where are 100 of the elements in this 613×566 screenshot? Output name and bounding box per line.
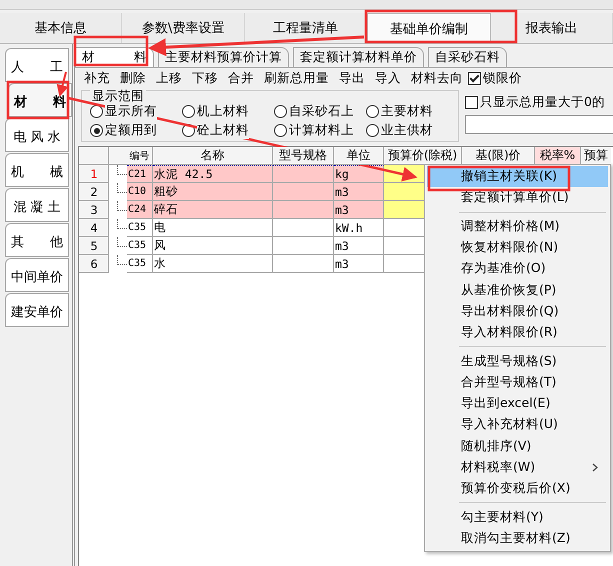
menu-item[interactable]: 从基准价恢复(P)	[427, 279, 608, 301]
row-number: 1	[79, 165, 109, 183]
toolbar-button[interactable]: 补充	[79, 69, 115, 87]
input-field[interactable]	[465, 115, 613, 134]
table-cell: C35	[127, 255, 153, 273]
table-cell: m3	[334, 255, 384, 273]
main-tab[interactable]: 基本信息	[0, 13, 122, 43]
table-cell	[273, 219, 334, 237]
menu-item[interactable]: 材料税率(W)	[427, 456, 608, 478]
radio-label: 机上材料	[197, 103, 249, 120]
radio-button[interactable]	[90, 105, 103, 118]
column-header[interactable]: 预算价(除税)	[384, 147, 462, 165]
table-cell	[273, 237, 334, 255]
radio-label: 显示所有	[105, 103, 157, 120]
menu-item[interactable]: 合并型号规格(T)	[427, 372, 608, 393]
radio-button[interactable]	[366, 105, 379, 118]
table-cell	[273, 183, 334, 201]
sub-tab[interactable]: 套定额计算材料单价	[293, 47, 424, 67]
side-tab[interactable]: 建安单价	[5, 293, 69, 327]
table-cell	[273, 255, 334, 273]
table-cell: C21	[127, 165, 153, 183]
column-header[interactable]: 单位	[334, 147, 384, 165]
menu-item[interactable]: 导出材料限价(Q)	[427, 300, 608, 322]
column-header[interactable]: 预算	[581, 147, 611, 165]
radio-label: 业主供材	[381, 122, 433, 139]
table-cell	[273, 201, 334, 219]
side-tab[interactable]: 中间单价	[5, 258, 69, 292]
highlight-frame	[6, 80, 70, 120]
table-cell: 水泥 42.5	[153, 165, 273, 183]
lock-limit-checkbox[interactable]	[468, 72, 481, 84]
toolbar-button[interactable]: 下移	[187, 69, 223, 87]
table-cell: kg	[334, 165, 384, 183]
column-header[interactable]: 名称	[153, 147, 273, 165]
radio-label: 主要材料	[381, 103, 433, 120]
checkbox-label: 锁限价	[483, 70, 522, 86]
radio-label: 自采砂石上	[289, 103, 354, 120]
table-cell: 风	[153, 237, 273, 255]
side-tab[interactable]: 电 风 水	[5, 118, 69, 152]
tree-line	[117, 219, 127, 229]
radio-label: 砼上材料	[197, 122, 249, 139]
side-tab[interactable]: 其 他	[5, 223, 69, 257]
main-tab[interactable]: 参数\费率设置	[122, 13, 245, 43]
menu-item[interactable]: 导入补充材料(U)	[427, 414, 608, 436]
main-tab[interactable]: 报表输出	[490, 13, 613, 43]
radio-label: 定额用到	[105, 122, 157, 139]
radio-button[interactable]	[274, 124, 287, 137]
table-cell: C35	[127, 219, 153, 237]
table-cell: C35	[127, 237, 153, 255]
toolbar-button[interactable]: 导入	[370, 69, 406, 87]
menu-item[interactable]: 勾主要材料(Y)	[427, 506, 608, 528]
table-cell	[273, 165, 334, 183]
side-tab[interactable]: 人 工	[5, 48, 69, 82]
table-cell: kW.h	[334, 219, 384, 237]
table-cell: 电	[153, 219, 273, 237]
table-cell: m3	[334, 237, 384, 255]
table-cell: C10	[127, 183, 153, 201]
table-cell: 粗砂	[153, 183, 273, 201]
row-number: 3	[79, 201, 109, 219]
table-cell: 水	[153, 255, 273, 273]
chevron-right-icon	[592, 463, 598, 472]
checkbox-label: 只显示总用量大于0的	[480, 94, 605, 111]
toolbar-button[interactable]: 合并	[223, 69, 259, 87]
side-tab[interactable]: 混 凝 土	[5, 188, 69, 222]
radio-button[interactable]	[274, 105, 287, 118]
radio-button[interactable]	[90, 124, 103, 137]
toolbar-button[interactable]: 材料去向	[406, 69, 468, 87]
tree-line	[117, 255, 127, 265]
row-number: 4	[79, 219, 109, 237]
table-cell: m3	[334, 201, 384, 219]
menu-item[interactable]: 存为基准价(O)	[427, 258, 608, 280]
menu-item[interactable]: 生成型号规格(S)	[427, 350, 608, 372]
column-header[interactable]: 编号	[127, 147, 153, 165]
toolbar-button[interactable]: 上移	[151, 69, 187, 87]
menu-item[interactable]: 套定额计算单价(L)	[427, 187, 608, 209]
radio-button[interactable]	[182, 105, 195, 118]
column-header[interactable]: 基(限)价	[462, 147, 535, 165]
toolbar-button[interactable]: 删除	[115, 69, 151, 87]
table-cell: 碎石	[153, 201, 273, 219]
menu-item[interactable]: 恢复材料限价(N)	[427, 236, 608, 258]
tree-line	[117, 237, 127, 247]
sub-tab[interactable]: 自采砂石料	[428, 47, 507, 67]
column-header[interactable]: 型号规格	[273, 147, 334, 165]
column-header[interactable]: 税率%	[535, 147, 581, 165]
toolbar-button[interactable]: 刷新总用量	[259, 69, 334, 87]
row-number: 2	[79, 183, 109, 201]
menu-item[interactable]: 预算价变税后价(X)	[427, 478, 608, 500]
sub-tab[interactable]: 主要材料预算价计算	[158, 47, 289, 67]
filter-checkbox[interactable]	[465, 96, 478, 109]
menu-item[interactable]: 调整材料价格(M)	[427, 216, 608, 237]
menu-item[interactable]: 随机排序(V)	[427, 436, 608, 457]
table-cell: C24	[127, 201, 153, 219]
menu-item[interactable]: 取消勾主要材料(Z)	[427, 528, 608, 550]
row-number: 5	[79, 237, 109, 255]
menu-item[interactable]: 导入材料限价(R)	[427, 322, 608, 344]
table-cell: m3	[334, 183, 384, 201]
side-tab[interactable]: 机 械	[5, 153, 69, 187]
radio-button[interactable]	[366, 124, 379, 137]
main-tab[interactable]: 基础单价编制	[367, 13, 491, 43]
menu-item[interactable]: 导出到excel(E)	[427, 392, 608, 414]
toolbar-button[interactable]: 导出	[334, 69, 370, 87]
